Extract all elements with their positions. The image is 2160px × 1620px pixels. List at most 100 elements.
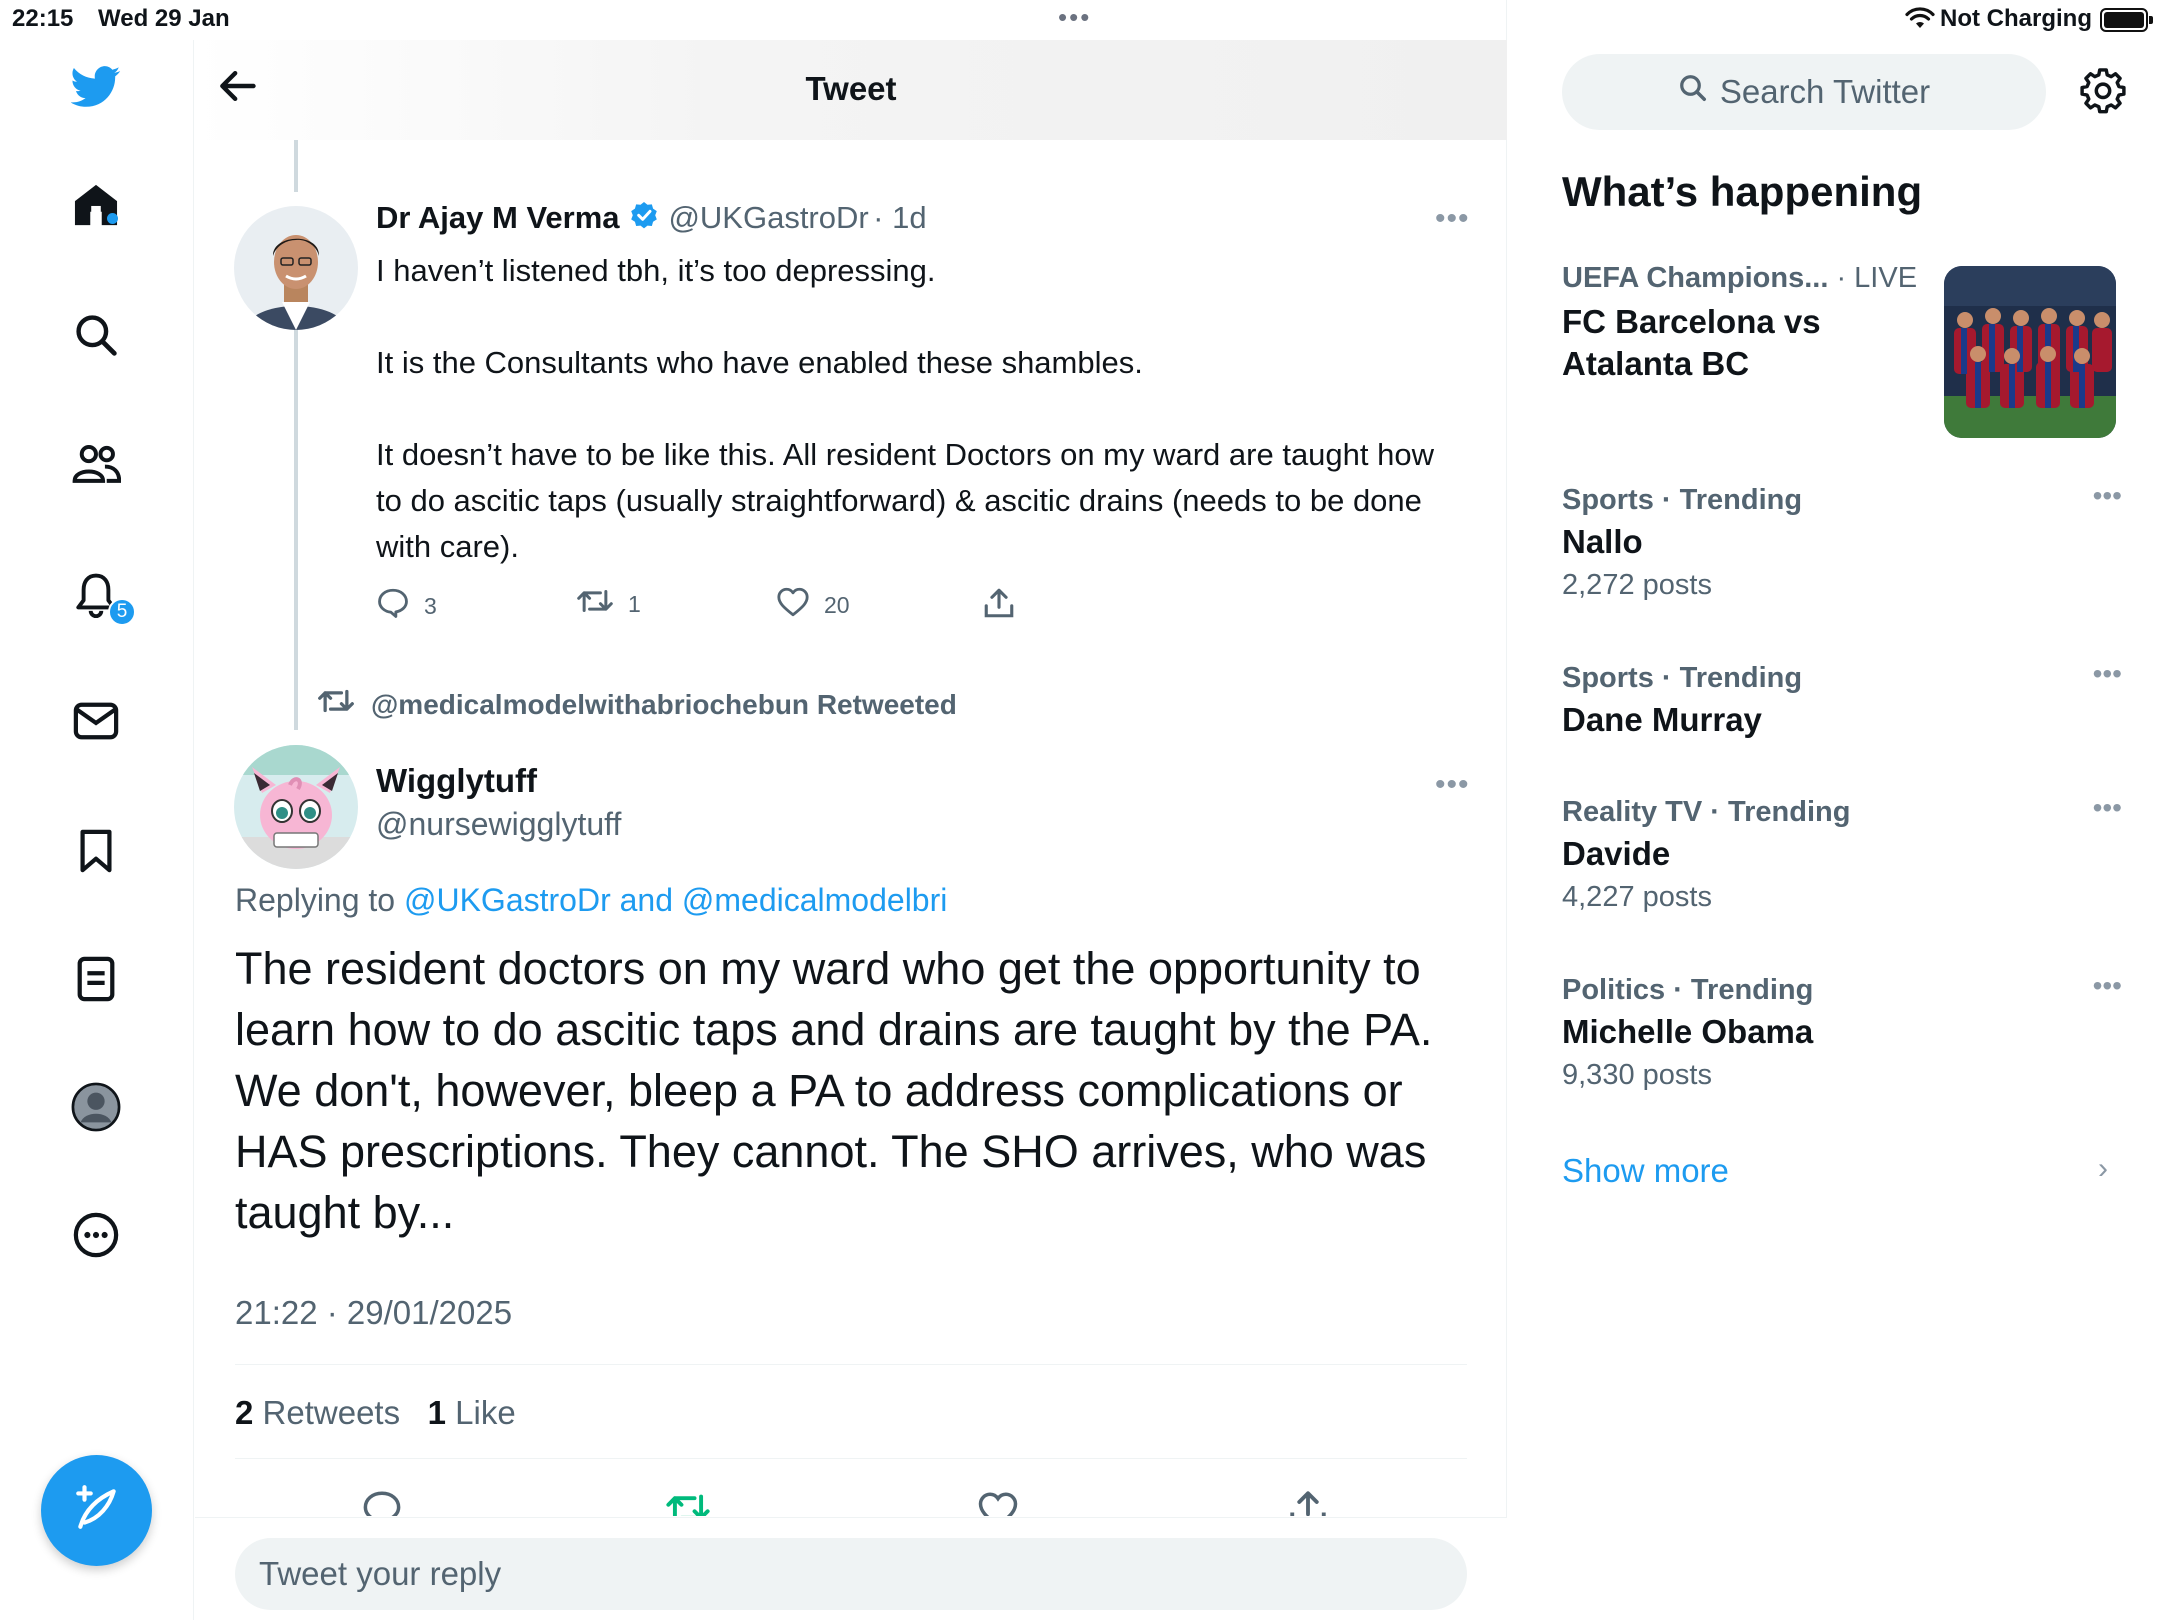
retweeted-by-banner[interactable]: @medicalmodelwithabriochebun Retweeted (317, 686, 957, 723)
settings-gear-icon[interactable] (2080, 68, 2126, 119)
live-event-item[interactable]: UEFA Champions... · LIVE FC Barcelona vs… (1562, 262, 1932, 385)
search-placeholder: Search Twitter (1719, 73, 1931, 110)
charging-status: Not Charging (1940, 5, 2092, 32)
divider (235, 1458, 1467, 1459)
avatar[interactable] (234, 206, 358, 330)
chevron-right-icon: › (2098, 1152, 2108, 1185)
retweet-icon (317, 686, 355, 723)
replying-and: and (610, 882, 682, 918)
share-icon[interactable] (1287, 1488, 1329, 1516)
reply-icon (376, 586, 410, 626)
trend-item[interactable]: Sports · Trending Dane Murray ••• (1562, 658, 2122, 739)
divider (235, 1364, 1467, 1365)
tweet-stats: 2 Retweets 1 Like (235, 1394, 516, 1432)
home-unread-dot (107, 213, 118, 224)
trend-count: 4,227 posts (1562, 881, 1712, 913)
wifi-icon (1905, 6, 1935, 37)
author-name[interactable]: Dr Ajay M Verma (376, 200, 620, 235)
trend-name: Michelle Obama (1562, 1013, 1814, 1050)
retweets-stat[interactable]: 2 Retweets (235, 1394, 400, 1431)
trend-meta: Sports · Trending (1562, 662, 1803, 694)
verified-badge-icon (628, 200, 660, 237)
event-category: UEFA Champions... (1562, 262, 1829, 294)
retweet-count: 2 (235, 1394, 254, 1431)
replying-prefix: Replying to (235, 882, 404, 918)
trend-item[interactable]: Politics · Trending Michelle Obama 9,330… (1562, 970, 2122, 1092)
left-navigation: 5 (0, 40, 194, 1620)
bookmarks-icon[interactable] (71, 826, 121, 876)
reply-count: 3 (424, 592, 437, 619)
page-title: Tweet (805, 70, 897, 107)
tweet-more-button[interactable]: ••• (1435, 768, 1470, 802)
messages-icon[interactable] (71, 696, 121, 746)
share-icon (982, 586, 1016, 626)
tweet-paragraph: It doesn’t have to be like this. All res… (376, 437, 1434, 564)
compose-icon (72, 1483, 122, 1538)
reply-target-link[interactable]: @UKGastroDr (404, 882, 611, 918)
notification-count-badge: 5 (108, 598, 136, 626)
tweet-action-bar: 3 1 20 (376, 586, 1076, 626)
tweet-timestamp[interactable]: 21:22 · 29/01/2025 (235, 1294, 512, 1332)
trend-item[interactable]: Reality TV · Trending Davide 4,227 posts… (1562, 792, 2122, 914)
trend-more-button[interactable]: ••• (2093, 970, 2122, 1002)
reply-input[interactable] (235, 1538, 1467, 1610)
avatar[interactable] (234, 745, 358, 869)
retweet-icon[interactable] (665, 1490, 711, 1516)
tweet-more-button[interactable]: ••• (1435, 202, 1470, 236)
compose-tweet-button[interactable] (41, 1455, 152, 1566)
heart-icon[interactable] (977, 1490, 1019, 1516)
author-handle[interactable]: @nursewigglytuff (376, 806, 621, 843)
live-badge: · LIVE (1836, 262, 1918, 294)
like-button[interactable]: 20 (776, 586, 850, 624)
heart-icon (776, 586, 810, 624)
share-button[interactable] (982, 586, 1016, 626)
trend-more-button[interactable]: ••• (2093, 480, 2122, 512)
battery-icon (2100, 8, 2153, 32)
tweet-action-bar (235, 1488, 1467, 1516)
trend-name: Nallo (1562, 523, 1643, 560)
like-label: Like (455, 1394, 516, 1431)
likes-stat[interactable]: 1 Like (428, 1394, 516, 1431)
thread-connector (294, 330, 298, 730)
tweet-age: · 1d (873, 200, 927, 235)
thread-connector (294, 140, 298, 192)
author-name[interactable]: Wigglytuff (376, 762, 537, 800)
communities-icon[interactable] (71, 438, 121, 488)
retweeted-by-text: @medicalmodelwithabriochebun Retweeted (371, 688, 957, 720)
right-sidebar: Search Twitter What’s happening UEFA Cha… (1508, 40, 2160, 1620)
trend-count: 2,272 posts (1562, 569, 1712, 601)
section-title: What’s happening (1562, 168, 1923, 215)
profile-icon[interactable] (71, 1082, 121, 1132)
reply-composer (195, 1517, 1507, 1620)
retweet-label: Retweets (262, 1394, 401, 1431)
event-title: FC Barcelona vs Atalanta BC (1562, 303, 1821, 382)
retweet-button[interactable]: 1 (576, 586, 641, 622)
trend-meta: Sports · Trending (1562, 484, 1803, 516)
reply-button[interactable]: 3 (376, 586, 437, 626)
event-thumbnail[interactable] (1944, 266, 2116, 438)
search-icon[interactable] (71, 310, 121, 360)
tweet-text: The resident doctors on my ward who get … (235, 943, 1433, 1238)
trend-more-button[interactable]: ••• (2093, 658, 2122, 690)
replying-to-line: Replying to @UKGastroDr and @medicalmode… (235, 882, 947, 919)
twitter-logo-icon[interactable] (71, 62, 121, 112)
search-input[interactable]: Search Twitter (1562, 54, 2046, 130)
author-handle[interactable]: @UKGastroDr (668, 200, 868, 235)
status-time: 22:15 (12, 5, 74, 32)
retweet-icon (576, 586, 614, 622)
trend-item[interactable]: Sports · Trending Nallo 2,272 posts ••• (1562, 480, 2122, 602)
retweet-count: 1 (628, 590, 641, 617)
lists-icon[interactable] (71, 954, 121, 1004)
trend-meta: Politics · Trending (1562, 974, 1814, 1006)
trend-count: 9,330 posts (1562, 1059, 1712, 1091)
more-icon[interactable] (71, 1210, 121, 1260)
trend-more-button[interactable]: ••• (2093, 792, 2122, 824)
like-count: 20 (824, 591, 850, 618)
tweet-paragraph: It is the Consultants who have enabled t… (376, 345, 1143, 380)
tweet-author-line: Dr Ajay M Verma @UKGastroDr · 1d (376, 200, 927, 237)
reply-target-link[interactable]: @medicalmodelbri (682, 882, 947, 918)
like-count: 1 (427, 1394, 446, 1431)
tweet-paragraph: I haven’t listened tbh, it’s too depress… (376, 253, 936, 288)
reply-icon[interactable] (361, 1488, 403, 1516)
show-more-link[interactable]: Show more (1562, 1152, 1729, 1190)
